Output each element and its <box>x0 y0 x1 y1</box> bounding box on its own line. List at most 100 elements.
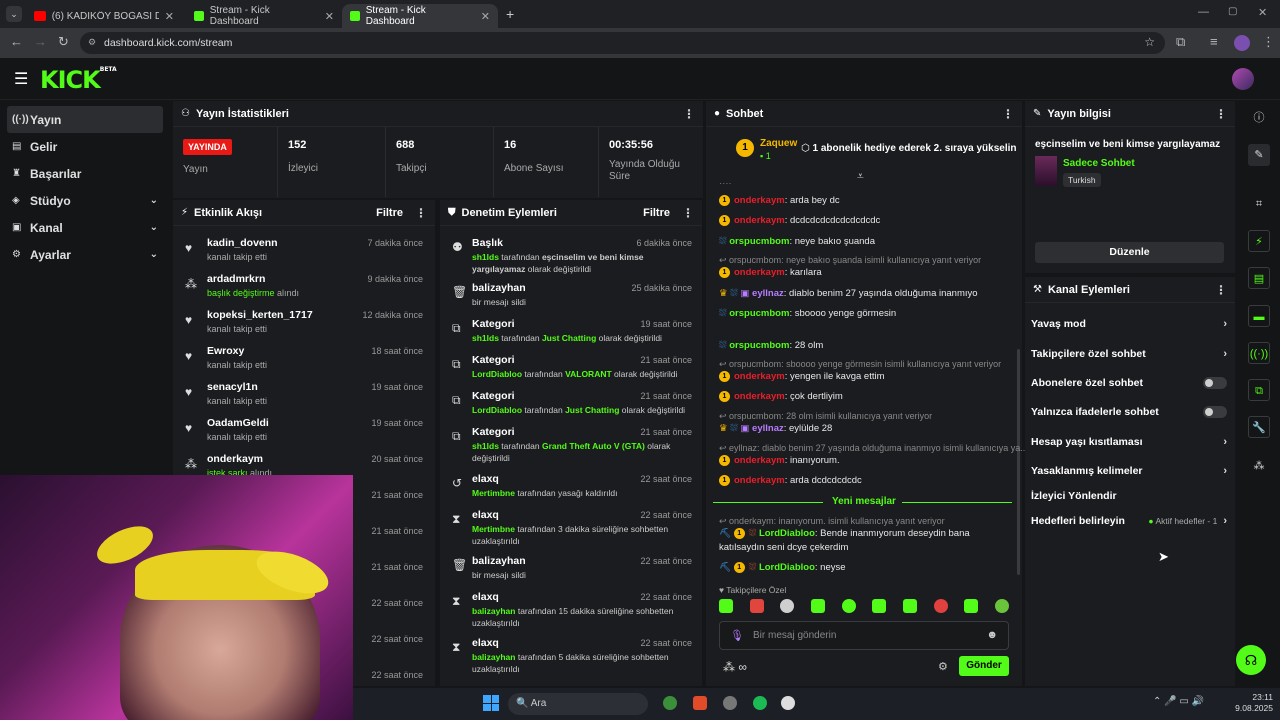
back-icon[interactable]: ← <box>10 34 23 49</box>
banned-words-row[interactable]: Yasaklanmış kelimeler › <box>1031 460 1227 482</box>
chat-user[interactable]: onderkaym <box>734 391 785 402</box>
emote-icon[interactable] <box>841 599 856 613</box>
close-icon[interactable]: ✕ <box>325 10 334 23</box>
chat-user[interactable]: LordDiabloo <box>759 528 815 539</box>
chrome-icon[interactable] <box>663 696 677 710</box>
chat-scrollbar[interactable] <box>1017 349 1020 575</box>
activity-user[interactable]: Ewroxy <box>207 345 244 357</box>
mod-actor[interactable]: sh1lds <box>472 441 499 451</box>
more-options-icon[interactable]: ⋮ <box>1002 107 1014 121</box>
document-icon[interactable]: ▤ <box>1248 267 1270 289</box>
chat-user[interactable]: onderkaym <box>734 267 785 278</box>
brave-icon[interactable] <box>693 696 707 710</box>
info-icon[interactable]: ⓘ <box>1248 107 1270 129</box>
emote-icon[interactable] <box>902 599 917 613</box>
emote-icon[interactable] <box>933 599 948 613</box>
more-options-icon[interactable]: ⋮ <box>415 206 427 220</box>
chat-user[interactable]: orspucmbom <box>729 308 789 319</box>
layout-icon[interactable]: ⧉ <box>1248 379 1270 401</box>
chat-user[interactable]: orspucmbom <box>729 236 789 247</box>
sidebar-item-ayarlar[interactable]: ⚙ Ayarlar ⌄ <box>0 241 170 268</box>
mod-title[interactable]: elaxq <box>472 509 499 521</box>
new-messages-label[interactable]: Yeni mesajlar <box>832 496 896 507</box>
account-age-row[interactable]: Hesap yaşı kısıtlaması › <box>1031 431 1227 453</box>
broadcast-icon[interactable]: ((·)) <box>1248 342 1270 364</box>
more-options-icon[interactable]: ⋮ <box>1215 107 1227 121</box>
wrench-icon[interactable]: 🔧 <box>1248 416 1270 438</box>
start-button[interactable] <box>483 695 499 711</box>
activity-user[interactable]: ardadmrkrn <box>207 273 265 285</box>
sidebar-item-studyo[interactable]: ◈ Stüdyo ⌄ <box>0 187 170 214</box>
more-options-icon[interactable]: ⋮ <box>683 107 695 121</box>
minimize-button[interactable]: — <box>1198 6 1209 18</box>
chat-user[interactable]: eyllnaz <box>752 288 784 299</box>
chat-icon[interactable]: ▬ <box>1248 305 1270 327</box>
kick-logo[interactable]: KICKBETA <box>40 66 117 94</box>
emoji-icon[interactable]: ☻ <box>986 629 998 641</box>
obs-icon[interactable] <box>781 696 795 710</box>
edit-button[interactable]: Düzenle <box>1035 242 1224 263</box>
mod-actor[interactable]: balizayhan <box>472 652 515 662</box>
support-headset-icon[interactable]: ☊ <box>1236 645 1266 675</box>
browser-tab-1[interactable]: (6) KADIKÖY BOĞASI DOĞUM ✕ <box>26 4 182 28</box>
close-window-button[interactable]: ✕ <box>1258 6 1267 19</box>
browser-tab-2[interactable]: Stream - Kick Dashboard ✕ <box>186 4 342 28</box>
sidebar-item-gelir[interactable]: ▤ Gelir <box>0 133 170 160</box>
points-icon[interactable]: ⁂ ∞ <box>723 660 747 674</box>
taskbar-clock[interactable]: 23:11 9.08.2025 <box>1233 692 1273 714</box>
activity-user[interactable]: OadamGeldi <box>207 417 269 429</box>
maximize-button[interactable]: ▢ <box>1228 6 1237 17</box>
emote-icon[interactable] <box>780 599 795 613</box>
user-avatar[interactable] <box>1232 68 1254 90</box>
crop-icon[interactable]: ⌗ <box>1248 193 1270 215</box>
sidebar-item-kanal[interactable]: ▣ Kanal ⌄ <box>0 214 170 241</box>
activity-user[interactable]: onderkaym <box>207 453 263 465</box>
lightning-icon[interactable]: ⚡ <box>1248 230 1270 252</box>
more-options-icon[interactable]: ⋮ <box>1215 283 1227 297</box>
settings-icon[interactable]: ⚙ <box>938 660 948 673</box>
mod-actor[interactable]: sh1lds <box>472 333 499 343</box>
profile-avatar[interactable] <box>1234 35 1250 51</box>
more-options-icon[interactable]: ⋮ <box>682 206 694 220</box>
mod-actor[interactable]: sh1lds <box>472 252 499 262</box>
emote-icon[interactable] <box>719 599 733 613</box>
filter-button[interactable]: Filtre <box>376 207 403 219</box>
forward-icon[interactable]: → <box>34 34 47 49</box>
app-icon[interactable] <box>723 696 737 710</box>
sidebar-item-basarilar[interactable]: ♜ Başarılar <box>0 160 170 187</box>
mod-title[interactable]: elaxq <box>472 591 499 603</box>
chat-user[interactable]: eyllnaz <box>752 423 784 434</box>
hamburger-menu-icon[interactable]: ☰ <box>14 69 28 89</box>
chat-user[interactable]: onderkaym <box>734 475 785 486</box>
goals-row[interactable]: Hedefleri belirleyin ● Aktif hedefler - 1… <box>1031 510 1227 532</box>
emote-icon[interactable] <box>994 599 1009 613</box>
mod-actor[interactable]: Mertimbne <box>472 524 515 534</box>
browser-tab-3[interactable]: Stream - Kick Dashboard ✕ <box>342 4 498 28</box>
chat-user[interactable]: onderkaym <box>734 195 785 206</box>
emote-icon[interactable] <box>964 599 979 613</box>
sidebar-item-yayin[interactable]: ((·)) Yayın <box>7 106 163 133</box>
subscribers-only-toggle[interactable] <box>1203 377 1227 389</box>
emote-icon[interactable] <box>810 599 825 613</box>
mod-title[interactable]: elaxq <box>472 637 499 649</box>
filter-button[interactable]: Filtre <box>643 207 670 219</box>
new-tab-button[interactable]: + <box>506 6 514 22</box>
activity-user[interactable]: senacyl1n <box>207 381 258 393</box>
slow-mode-row[interactable]: Yavaş mod › <box>1031 313 1227 335</box>
raid-row[interactable]: İzleyici Yönlendir <box>1031 485 1227 507</box>
top-gifter-name[interactable]: Zaquew <box>760 138 797 149</box>
media-icon[interactable]: ≡ <box>1210 34 1218 49</box>
mod-actor[interactable]: balizayhan <box>472 606 515 616</box>
spotify-icon[interactable] <box>753 696 767 710</box>
apps-icon[interactable]: ⁂ <box>1248 455 1270 477</box>
collapse-icon[interactable]: ⩡ <box>857 169 864 184</box>
mod-actor[interactable]: Mertimbne <box>472 488 515 498</box>
mod-title[interactable]: elaxq <box>472 473 499 485</box>
extensions-icon[interactable]: ⧉ <box>1176 34 1185 50</box>
category-name[interactable]: Sadece Sohbet <box>1063 158 1135 169</box>
mod-title[interactable]: balizayhan <box>472 555 526 567</box>
chat-user[interactable]: onderkaym <box>734 455 785 466</box>
chat-user[interactable]: LordDiabloo <box>759 562 815 573</box>
tab-search-button[interactable]: ⌄ <box>6 6 22 22</box>
activity-user[interactable]: kopeksi_kerten_1717 <box>207 309 313 321</box>
